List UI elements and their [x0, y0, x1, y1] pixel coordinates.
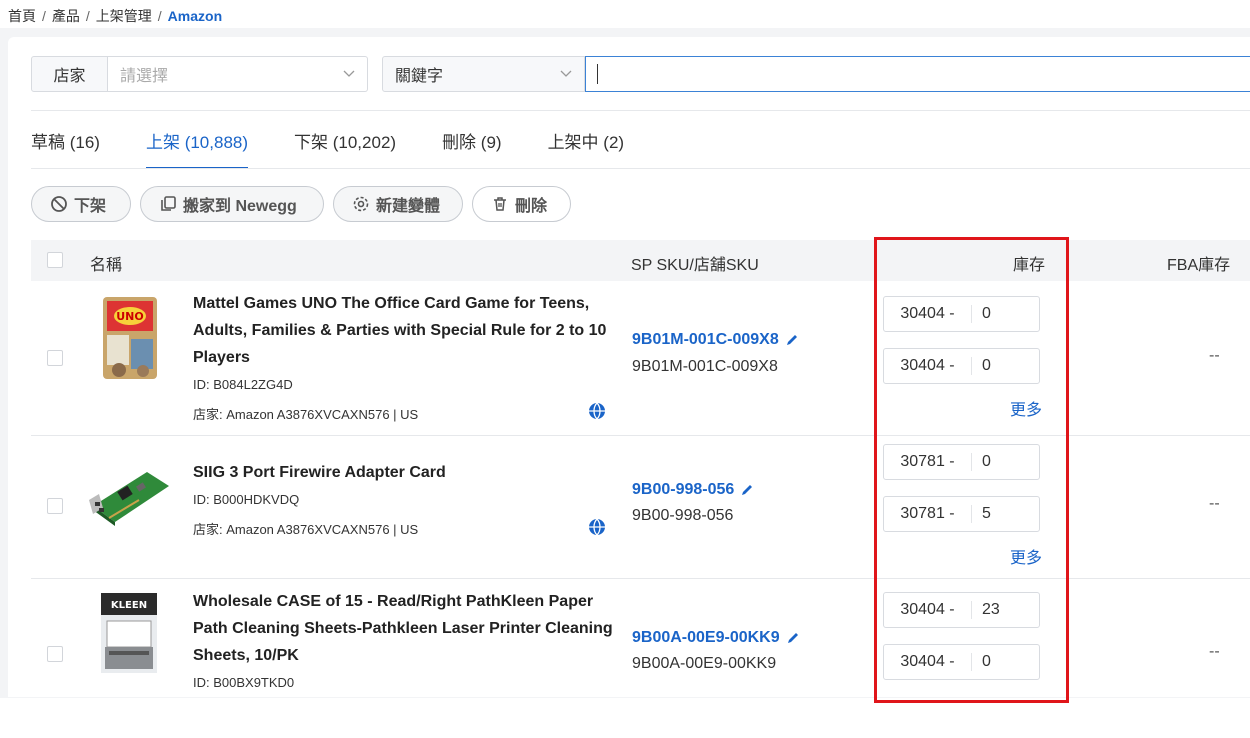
tab-listed[interactable]: 上架 (10,888)	[145, 128, 249, 169]
column-header-name: 名稱	[90, 257, 123, 274]
product-id: ID: B00BX9TKD0	[193, 675, 295, 690]
chevron-down-icon	[343, 67, 355, 81]
store-filter-label: 店家	[31, 56, 108, 92]
divider	[31, 110, 1250, 111]
delist-button[interactable]: 下架	[31, 186, 131, 222]
sp-sku-value: 9B01M-001C-009X8	[632, 331, 779, 348]
fba-stock-value: --	[1209, 495, 1220, 512]
delist-button-label: 下架	[74, 198, 107, 215]
store-sku-value: 9B01M-001C-009X8	[632, 358, 778, 375]
store-filter: 店家 請選擇	[31, 56, 368, 92]
status-tabs: 草稿 (16) 上架 (10,888) 下架 (10,202) 刪除 (9) 上…	[31, 128, 670, 169]
row-checkbox[interactable]	[47, 350, 63, 366]
keyword-input[interactable]	[585, 56, 1250, 92]
product-id: ID: B000HDKVDQ	[193, 492, 300, 507]
product-store: 店家: Amazon A3876XVCAXN576 | US	[193, 522, 419, 537]
breadcrumb-separator: /	[85, 8, 90, 24]
new-variant-label: 新建變體	[376, 198, 441, 215]
sp-sku-link[interactable]: 9B00A-00E9-00KK9	[632, 629, 800, 647]
row-checkbox[interactable]	[47, 646, 63, 662]
keyword-type-select[interactable]: 關鍵字	[382, 56, 585, 92]
breadcrumb-home[interactable]: 首頁	[8, 6, 36, 26]
store-sku-value: 9B00A-00E9-00KK9	[632, 655, 777, 672]
delete-button-label: 刪除	[515, 198, 548, 215]
breadcrumb-separator: /	[42, 8, 46, 24]
fba-stock-value: --	[1209, 347, 1220, 364]
tab-delisted[interactable]: 下架 (10,202)	[294, 128, 396, 169]
tab-draft[interactable]: 草稿 (16)	[31, 128, 100, 169]
move-to-newegg-label: 搬家到 Newegg	[183, 198, 297, 215]
keyword-type-value: 關鍵字	[395, 68, 444, 85]
product-title[interactable]: Wholesale CASE of 15 - Read/Right PathKl…	[193, 588, 613, 669]
tab-deleted[interactable]: 刪除 (9)	[442, 128, 502, 169]
product-id: ID: B084L2ZG4D	[193, 377, 293, 392]
product-store: 店家: Amazon A3876XVCAXN576 | US	[193, 407, 419, 422]
globe-icon[interactable]	[588, 402, 606, 420]
sp-sku-value: 9B00-998-056	[632, 481, 735, 498]
breadcrumb-listing-management[interactable]: 上架管理	[96, 6, 152, 26]
ban-icon	[51, 196, 67, 212]
column-header-fba-stock: FBA庫存	[1167, 257, 1231, 274]
svg-text:KLEEN: KLEEN	[111, 600, 147, 611]
pencil-icon[interactable]	[786, 631, 800, 645]
breadcrumb: 首頁 / 產品 / 上架管理 / Amazon	[8, 6, 222, 26]
move-to-newegg-button[interactable]: 搬家到 Newegg	[140, 186, 324, 222]
tab-listing-in-progress[interactable]: 上架中 (2)	[548, 128, 625, 169]
gear-icon	[353, 196, 369, 212]
sp-sku-link[interactable]: 9B00-998-056	[632, 481, 754, 499]
new-variant-button[interactable]: 新建變體	[333, 186, 463, 222]
row-checkbox[interactable]	[47, 498, 63, 514]
breadcrumb-separator: /	[157, 8, 162, 24]
product-title[interactable]: SIIG 3 Port Firewire Adapter Card	[193, 459, 613, 486]
sp-sku-link[interactable]: 9B01M-001C-009X8	[632, 331, 799, 349]
stock-column-highlight	[874, 237, 1069, 703]
fba-stock-value: --	[1209, 643, 1220, 660]
pencil-icon[interactable]	[740, 483, 754, 497]
pencil-icon[interactable]	[785, 333, 799, 347]
sp-sku-value: 9B00A-00E9-00KK9	[632, 629, 780, 646]
delete-button[interactable]: 刪除	[472, 186, 571, 222]
store-select[interactable]: 請選擇	[108, 56, 368, 92]
breadcrumb-current: Amazon	[167, 8, 223, 24]
store-select-placeholder: 請選擇	[120, 68, 169, 85]
column-header-sku: SP SKU/店舖SKU	[631, 257, 759, 274]
chevron-down-icon	[560, 67, 572, 81]
store-sku-value: 9B00-998-056	[632, 507, 734, 524]
globe-icon[interactable]	[588, 518, 606, 536]
bulk-actions: 下架 搬家到 Newegg 新建變體 刪除	[31, 186, 571, 222]
trash-icon	[494, 197, 506, 211]
svg-text:UNO: UNO	[116, 310, 144, 323]
select-all-checkbox[interactable]	[47, 252, 63, 268]
copy-icon	[161, 196, 176, 211]
product-image[interactable]: UNO	[99, 295, 163, 381]
divider	[31, 168, 1250, 169]
product-image[interactable]: KLEEN	[99, 591, 159, 675]
product-image[interactable]	[89, 466, 173, 532]
breadcrumb-products[interactable]: 產品	[52, 6, 80, 26]
text-cursor	[597, 64, 598, 84]
product-title[interactable]: Mattel Games UNO The Office Card Game fo…	[193, 290, 613, 371]
